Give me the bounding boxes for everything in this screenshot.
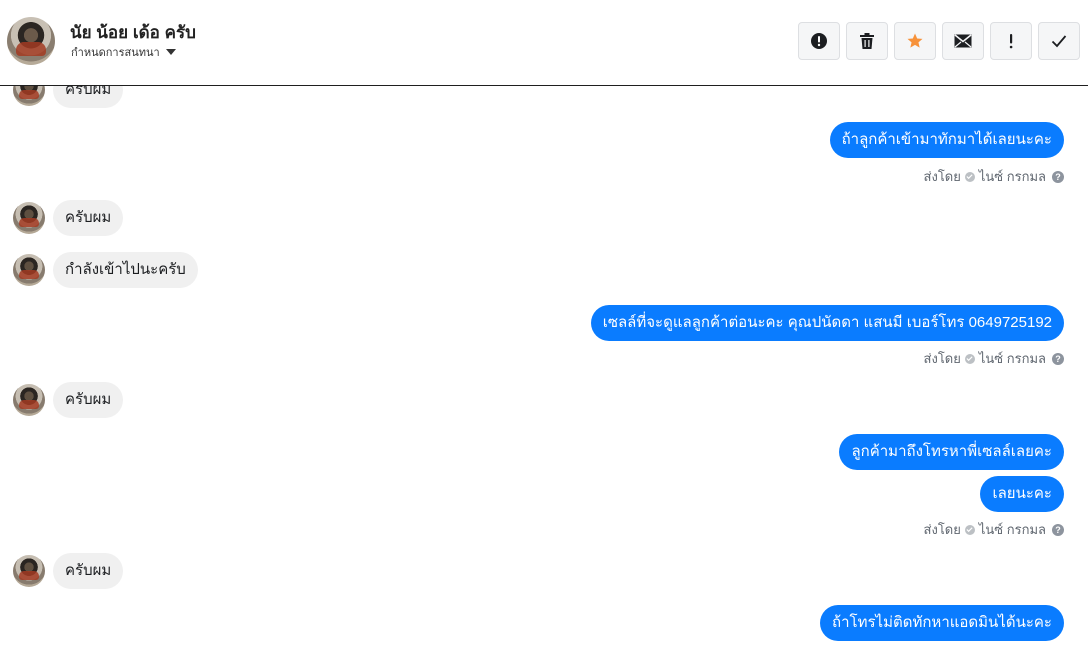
sender-name[interactable]: ไนซ์ กรกมล: [979, 348, 1046, 369]
check-icon: [1051, 35, 1067, 48]
help-icon[interactable]: ?: [1052, 523, 1064, 536]
alert-circle-icon: [811, 33, 827, 49]
delete-button[interactable]: [846, 22, 888, 60]
check-circle-icon: [964, 171, 975, 182]
mark-done-button[interactable]: [1038, 22, 1080, 60]
schedule-label: กำหนดการสนทนา: [71, 47, 160, 59]
outgoing-message-bubble[interactable]: เลยนะคะ: [980, 476, 1064, 512]
sent-by-info: ส่งโดย ไนซ์ กรกมล ?: [924, 519, 1064, 540]
caret-down-icon: [165, 49, 176, 55]
star-icon: [907, 33, 923, 48]
message-bubble[interactable]: กำลังเข้าไปนะครับ: [53, 252, 198, 288]
outgoing-message-bubble[interactable]: ลูกค้ามาถึงโทรหาพี่เซลล์เลยคะ: [839, 434, 1064, 470]
incoming-message: ครับผม: [13, 553, 124, 589]
contact-name[interactable]: นัย น้อย เด้อ ครับ: [70, 19, 196, 46]
incoming-message: กำลังเข้าไปนะครับ: [13, 252, 198, 288]
sender-name[interactable]: ไนซ์ กรกมล: [979, 166, 1046, 187]
follow-up-button[interactable]: [990, 22, 1032, 60]
sent-by-info: ส่งโดย ไนซ์ กรกมล ?: [924, 166, 1064, 187]
exclamation-icon: [1009, 34, 1013, 49]
conversation-schedule-dropdown[interactable]: กำหนดการสนทนา: [71, 43, 176, 61]
message-bubble[interactable]: ครับผม: [53, 553, 124, 589]
sent-by-label: ส่งโดย: [923, 522, 961, 537]
envelope-icon: [954, 34, 972, 48]
sent-by-label: ส่งโดย: [923, 169, 961, 184]
trash-icon: [860, 33, 874, 49]
sent-by-info: ส่งโดย ไนซ์ กรกมล ?: [924, 348, 1064, 369]
contact-avatar[interactable]: [13, 202, 45, 234]
contact-avatar[interactable]: [13, 254, 45, 286]
header-actions: [798, 22, 1080, 60]
contact-avatar[interactable]: [13, 555, 45, 587]
incoming-message: ครับผม: [13, 382, 124, 418]
mark-unread-button[interactable]: [942, 22, 984, 60]
message-bubble[interactable]: ครับผม: [53, 200, 124, 236]
check-circle-icon: [964, 524, 975, 535]
contact-avatar[interactable]: [13, 384, 45, 416]
sender-name[interactable]: ไนซ์ กรกมล: [979, 519, 1046, 540]
message-thread[interactable]: ครับผม ถ้าลูกค้าเข้ามาทักมาได้เลยนะคะ ส่…: [0, 0, 1088, 659]
star-button[interactable]: [894, 22, 936, 60]
outgoing-message-bubble[interactable]: ถ้าลูกค้าเข้ามาทักมาได้เลยนะคะ: [829, 122, 1064, 158]
contact-avatar[interactable]: [7, 17, 55, 65]
check-circle-icon: [964, 353, 975, 364]
help-icon[interactable]: ?: [1052, 170, 1064, 183]
outgoing-message-bubble[interactable]: เซลล์ที่จะดูแลลูกค้าต่อนะคะ คุณปนัดดา แส…: [590, 305, 1064, 341]
outgoing-message-bubble[interactable]: ถ้าโทรไม่ติดทักหาแอดมินได้นะคะ: [820, 605, 1064, 641]
help-icon[interactable]: ?: [1052, 352, 1064, 365]
message-bubble[interactable]: ครับผม: [53, 382, 124, 418]
conversation-header: นัย น้อย เด้อ ครับ กำหนดการสนทนา: [0, 0, 1088, 86]
mark-spam-button[interactable]: [798, 22, 840, 60]
sent-by-label: ส่งโดย: [923, 351, 961, 366]
incoming-message: ครับผม: [13, 200, 124, 236]
